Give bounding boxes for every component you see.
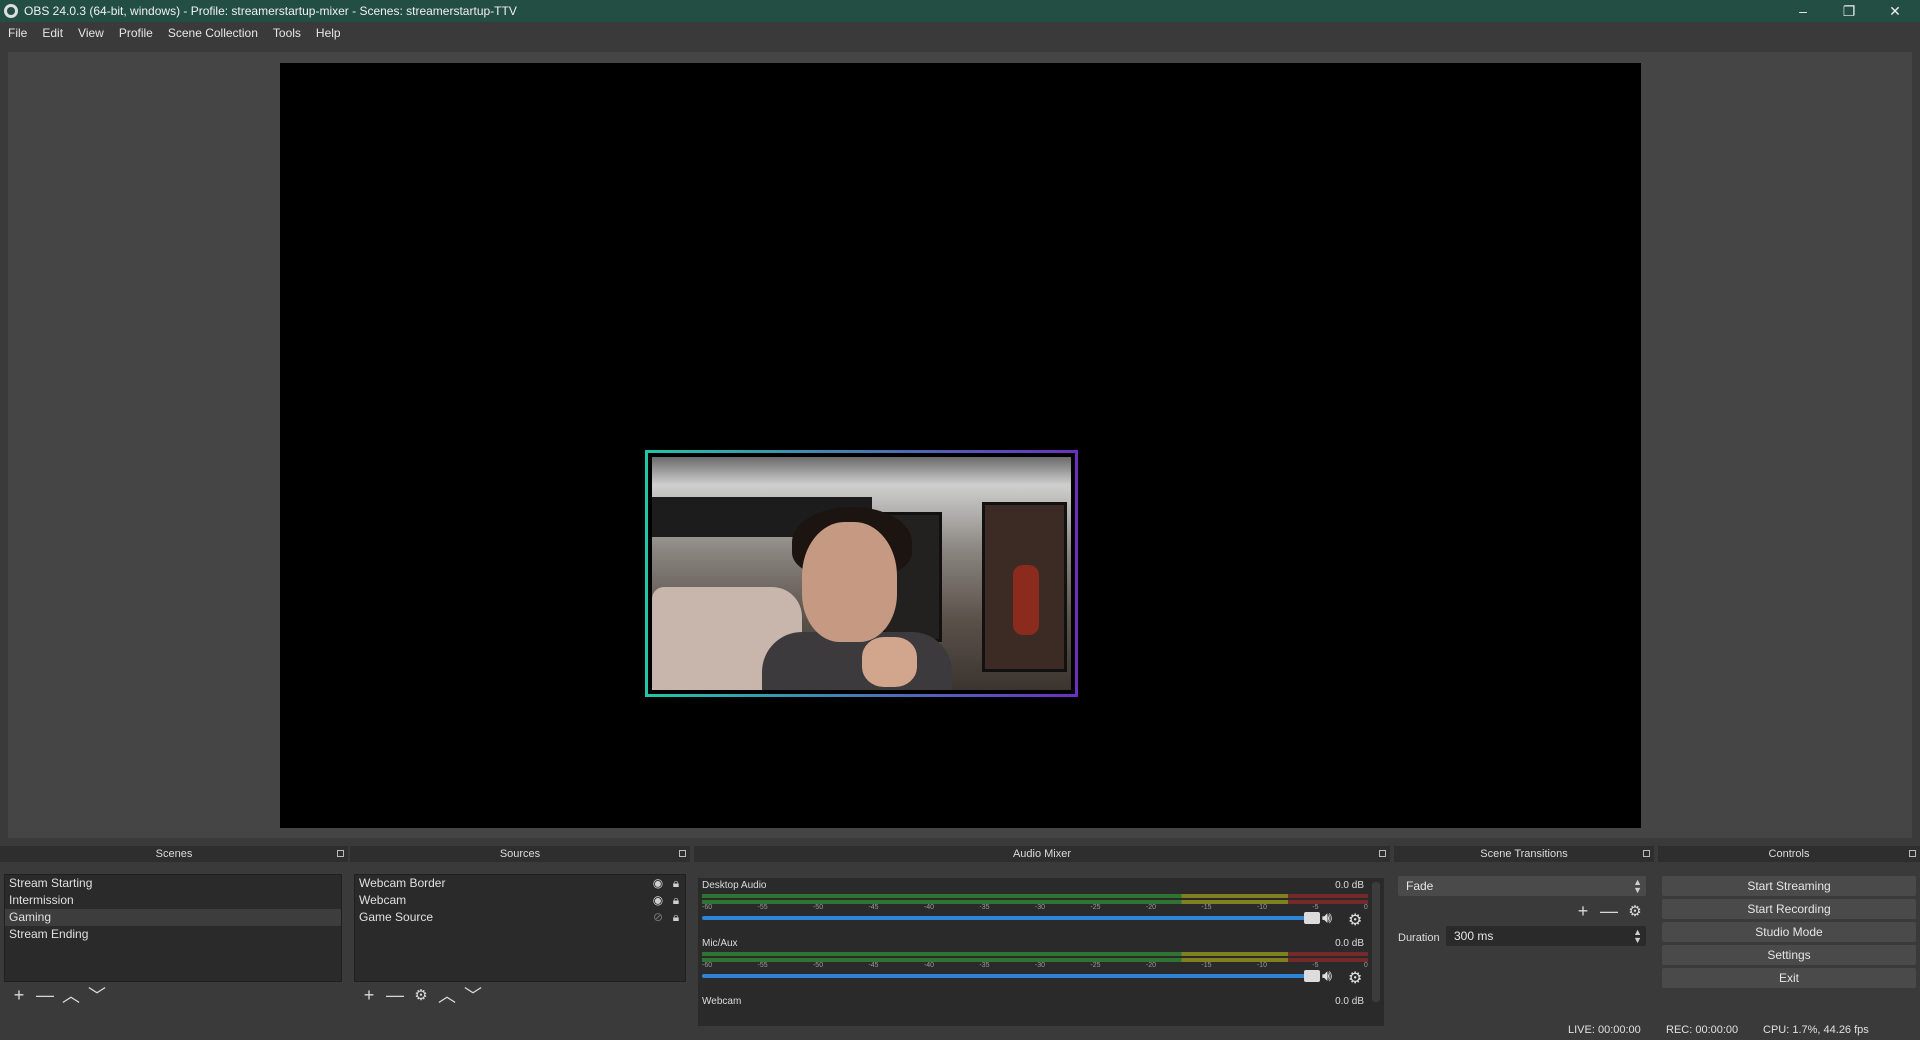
preview-canvas[interactable] <box>280 63 1641 828</box>
webcam-source-preview[interactable] <box>645 450 1078 697</box>
sources-toolbar: + — ⚙ ︿ ﹀ <box>356 984 486 1007</box>
audio-mixer: Desktop Audio 0.0 dB -60 -55 -50 -45 -40 -35-… <box>698 878 1384 1026</box>
webcam-feed-image <box>652 457 1071 690</box>
float-icon[interactable] <box>679 850 686 857</box>
move-scene-down-button[interactable]: ﹀ <box>84 984 110 1006</box>
source-item[interactable]: Webcam Border ◉ 🔒︎ <box>355 875 685 892</box>
lock-icon[interactable]: 🔒︎ <box>669 877 683 889</box>
spin-arrows-icon[interactable]: ▲ ▼ <box>1633 928 1642 945</box>
menu-tools[interactable]: Tools <box>273 26 301 40</box>
source-name: Webcam <box>359 893 407 907</box>
menu-file[interactable]: File <box>8 26 27 40</box>
status-bar: LIVE: 00:00:00 REC: 00:00:00 CPU: 1.7%, … <box>0 1020 1920 1040</box>
transition-properties-button[interactable]: ⚙ <box>1622 900 1648 922</box>
mixer-scrollbar[interactable] <box>1372 882 1380 1002</box>
cpu-fps: CPU: 1.7%, 44.26 fps <box>1763 1024 1869 1036</box>
scene-transitions-dock-title: Scene Transitions <box>1394 846 1654 862</box>
move-source-up-button[interactable]: ︿ <box>434 984 460 1006</box>
start-recording-button[interactable]: Start Recording <box>1662 899 1916 919</box>
volume-slider-handle[interactable] <box>1304 912 1320 924</box>
float-icon[interactable] <box>1379 850 1386 857</box>
close-button[interactable]: ✕ <box>1872 0 1918 22</box>
gear-icon[interactable]: ⚙ <box>1348 968 1362 988</box>
sources-list: Webcam Border ◉ 🔒︎ Webcam ◉ 🔒︎ Game Sour… <box>354 874 686 982</box>
scenes-list: Stream Starting Intermission Gaming Stre… <box>4 874 342 982</box>
add-source-button[interactable]: + <box>356 984 382 1006</box>
rec-timer: REC: 00:00:00 <box>1666 1024 1739 1036</box>
speaker-icon[interactable]: 🔊︎ <box>1322 968 1332 986</box>
lock-icon[interactable]: 🔒︎ <box>669 894 683 906</box>
mixer-track: Desktop Audio 0.0 dB -60 -55 -50 -45 -40 -35-… <box>702 880 1372 929</box>
transitions-toolbar: + — ⚙ <box>1570 900 1648 922</box>
move-scene-up-button[interactable]: ︿ <box>58 984 84 1006</box>
duration-label: Duration <box>1398 932 1440 944</box>
meter-scale: -60 -55 -50 -45 -40 -35 -30 -25 -20 -15 -10 -5 0 <box>702 962 1368 969</box>
lock-icon[interactable]: 🔒︎ <box>669 911 683 923</box>
track-db: 0.0 dB <box>1335 938 1364 949</box>
source-item[interactable]: Game Source ⊘ 🔒︎ <box>355 909 685 926</box>
speaker-icon[interactable]: 🔊︎ <box>1322 910 1332 928</box>
track-db: 0.0 dB <box>1335 880 1364 891</box>
source-item[interactable]: Webcam ◉ 🔒︎ <box>355 892 685 909</box>
add-transition-button[interactable]: + <box>1570 900 1596 922</box>
studio-mode-button[interactable]: Studio Mode <box>1662 922 1916 942</box>
menu-profile[interactable]: Profile <box>119 26 153 40</box>
transition-select-value: Fade <box>1406 879 1434 893</box>
remove-scene-button[interactable]: — <box>32 984 58 1006</box>
window-title: OBS 24.0.3 (64-bit, windows) - Profile: … <box>24 4 517 18</box>
scene-item[interactable]: Stream Starting <box>5 875 341 892</box>
add-scene-button[interactable]: + <box>6 984 32 1006</box>
hidden-eye-icon[interactable]: ⊘ <box>651 911 665 923</box>
track-name: Desktop Audio <box>702 880 767 891</box>
settings-button[interactable]: Settings <box>1662 945 1916 965</box>
gear-icon[interactable]: ⚙ <box>1348 910 1362 930</box>
audio-mixer-dock-title: Audio Mixer <box>694 846 1390 862</box>
remove-transition-button[interactable]: — <box>1596 900 1622 922</box>
visibility-eye-icon[interactable]: ◉ <box>651 877 665 889</box>
restore-button[interactable]: ❐ <box>1826 0 1872 22</box>
menu-bar: File Edit View Profile Scene Collection … <box>0 22 1920 44</box>
volume-slider[interactable] <box>702 970 1320 982</box>
minimize-button[interactable]: – <box>1780 0 1826 22</box>
mixer-track: Webcam 0.0 dB <box>702 996 1372 1007</box>
duration-value: 300 ms <box>1454 929 1494 943</box>
volume-meter <box>702 894 1368 898</box>
chevron-updown-icon: ▲ ▼ <box>1633 877 1642 895</box>
float-icon[interactable] <box>1643 850 1650 857</box>
controls-dock-title: Controls <box>1658 846 1920 862</box>
transition-select[interactable]: Fade ▲ ▼ <box>1398 876 1646 896</box>
move-source-down-button[interactable]: ﹀ <box>460 984 486 1006</box>
track-db: 0.0 dB <box>1335 996 1364 1007</box>
source-properties-button[interactable]: ⚙ <box>408 984 434 1006</box>
volume-slider-handle[interactable] <box>1304 970 1320 982</box>
obs-logo-icon <box>4 4 18 18</box>
visibility-eye-icon[interactable]: ◉ <box>651 894 665 906</box>
track-name: Webcam <box>702 996 742 1007</box>
remove-source-button[interactable]: — <box>382 984 408 1006</box>
track-name: Mic/Aux <box>702 938 738 949</box>
mixer-track: Mic/Aux 0.0 dB -60 -55 -50 -45 -40 -35 -30 -25-… <box>702 938 1372 987</box>
scenes-dock-title: Scenes <box>0 846 348 862</box>
source-name: Webcam Border <box>359 876 446 890</box>
exit-button[interactable]: Exit <box>1662 968 1916 988</box>
start-streaming-button[interactable]: Start Streaming <box>1662 876 1916 896</box>
volume-slider[interactable] <box>702 912 1320 924</box>
menu-edit[interactable]: Edit <box>42 26 63 40</box>
volume-meter <box>702 952 1368 956</box>
scene-item-selected[interactable]: Gaming <box>5 909 341 926</box>
title-bar: OBS 24.0.3 (64-bit, windows) - Profile: … <box>0 0 1920 22</box>
scene-item[interactable]: Intermission <box>5 892 341 909</box>
scene-item[interactable]: Stream Ending <box>5 926 341 943</box>
float-icon[interactable] <box>1909 850 1916 857</box>
menu-help[interactable]: Help <box>316 26 341 40</box>
live-timer: LIVE: 00:00:00 <box>1568 1024 1641 1036</box>
scenes-toolbar: + — ︿ ﹀ <box>6 984 110 1007</box>
menu-view[interactable]: View <box>78 26 104 40</box>
menu-scene-collection[interactable]: Scene Collection <box>168 26 258 40</box>
duration-input[interactable]: 300 ms ▲ ▼ <box>1446 926 1646 946</box>
source-name: Game Source <box>359 910 434 924</box>
meter-scale: -60 -55 -50 -45 -40 -35 -30 -25 -20 -15 -10 -5 0 <box>702 904 1368 911</box>
sources-dock-title: Sources <box>350 846 690 862</box>
float-icon[interactable] <box>337 850 344 857</box>
